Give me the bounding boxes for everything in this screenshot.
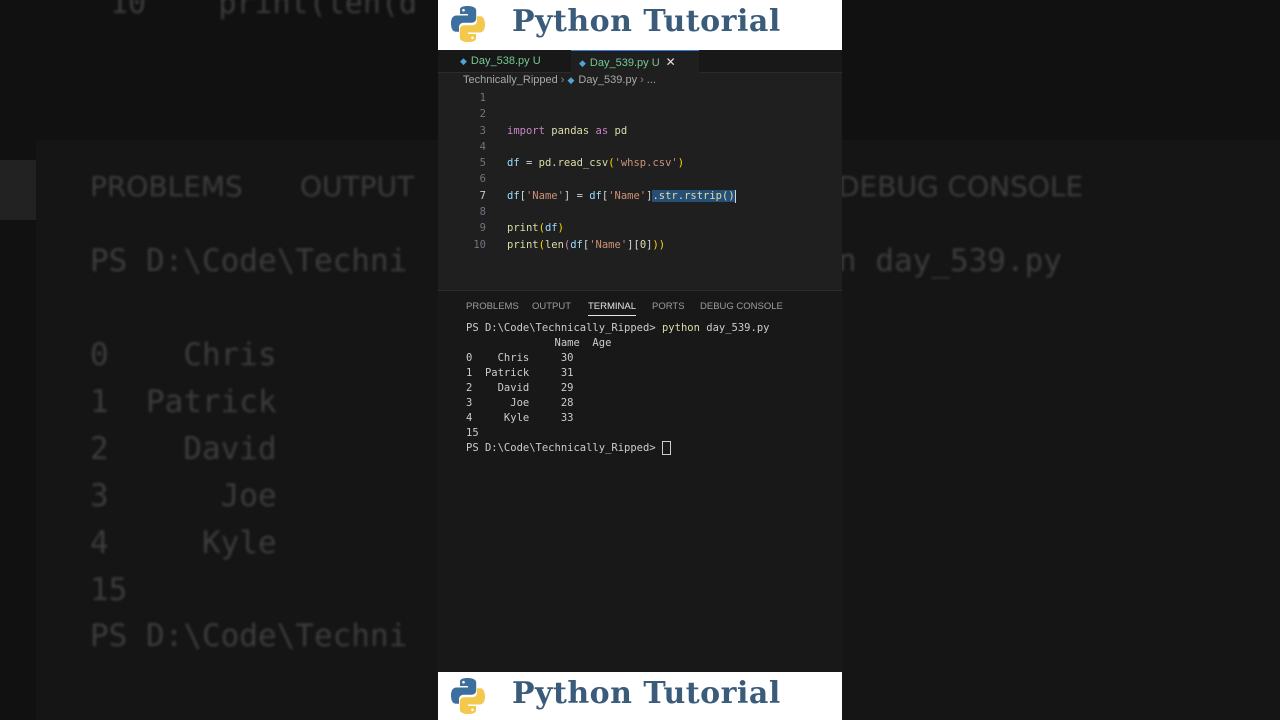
background-code-line: 10 print(len(d	[110, 0, 418, 21]
line-number: 5	[479, 157, 486, 169]
tab-problems[interactable]: PROBLEMS	[466, 301, 519, 312]
code-text: df = pd.read_csv('whsp.csv')	[507, 157, 685, 169]
terminal-output-line: 3 Joe 28	[466, 397, 574, 409]
terminal-output-line: Name Age	[466, 337, 612, 349]
breadcrumb-file[interactable]: Day_539.py	[578, 74, 637, 86]
terminal-cursor	[661, 441, 671, 455]
background-tab-problems: PROBLEMS	[90, 170, 243, 203]
line-number: 6	[479, 173, 486, 185]
banner-title: Python Tutorial	[512, 676, 781, 711]
tab-output[interactable]: OUTPUT	[532, 301, 571, 312]
chevron-right-icon: ›	[560, 74, 565, 86]
python-file-icon: ◆	[460, 56, 467, 66]
terminal-prompt-line: PS D:\Code\Technically_Ripped>	[466, 441, 671, 456]
tab-debug-console[interactable]: DEBUG CONSOLE	[700, 301, 783, 312]
python-logo-icon	[451, 6, 485, 42]
line-number: 8	[479, 206, 486, 218]
tab-day-539[interactable]: ◆ Day_539.py U ✕	[571, 50, 699, 73]
terminal-output-line: 4 Kyle 33	[466, 412, 574, 424]
bottom-banner: Python Tutorial	[438, 672, 842, 720]
line-number: 9	[479, 222, 486, 234]
close-icon[interactable]: ✕	[666, 55, 676, 69]
tab-label: Day_538.py	[470, 55, 530, 67]
terminal-output-line: 0 Chris 30	[466, 352, 574, 364]
tab-ports[interactable]: PORTS	[652, 301, 685, 312]
background-row: 3 Joe	[90, 478, 277, 514]
line-number: 1	[479, 92, 486, 104]
background-prompt: PS D:\Code\Techni	[90, 243, 408, 279]
tab-terminal[interactable]: TERMINAL	[588, 301, 637, 316]
line-number: 4	[479, 141, 486, 153]
line-number: 2	[479, 108, 486, 120]
terminal-output-line: 15	[466, 427, 479, 439]
python-file-icon: ◆	[567, 75, 575, 85]
breadcrumb-more[interactable]: ...	[647, 74, 656, 86]
code-text: print(df)	[507, 222, 564, 234]
terminal-output-line: 2 David 29	[466, 382, 574, 394]
tab-label: Day_539.py	[589, 57, 649, 69]
terminal-output-line: 1 Patrick 31	[466, 367, 574, 379]
background-prompt-2: PS D:\Code\Techni	[90, 618, 408, 654]
python-logo-icon	[451, 678, 485, 714]
python-file-icon: ◆	[579, 58, 586, 68]
background-tab-output: OUTPUT	[300, 170, 415, 203]
background-row: 2 David	[90, 431, 277, 467]
video-panel: Python Tutorial ◆ Day_538.py U ◆ Day_539.p…	[438, 0, 842, 720]
tab-status: U	[532, 55, 541, 67]
code-text: df['Name'] = df['Name'].str.rstrip()	[507, 189, 736, 203]
text-cursor	[734, 189, 736, 203]
tab-day-538[interactable]: ◆ Day_538.py U	[460, 50, 570, 72]
background-row: 1 Patrick	[90, 384, 277, 420]
background-command: n day_539.py	[838, 243, 1062, 279]
chevron-right-icon: ›	[640, 74, 644, 86]
editor-tab-bar: ◆ Day_538.py U ◆ Day_539.py U ✕	[438, 50, 842, 73]
top-banner: Python Tutorial	[438, 0, 842, 50]
background-tab-debug-console: DEBUG CONSOLE	[838, 170, 1084, 203]
background-row: 0 Chris	[90, 337, 277, 373]
background-row: 15	[90, 572, 128, 608]
terminal-command-line: PS D:\Code\Technically_Ripped> python da…	[466, 322, 770, 334]
banner-title: Python Tutorial	[512, 4, 781, 39]
line-number: 3	[479, 125, 486, 137]
breadcrumb-folder[interactable]: Technically_Ripped	[463, 74, 558, 86]
code-editor: ◆ Day_538.py U ◆ Day_539.py U ✕ Technically…	[438, 50, 842, 290]
background-sidebar-block	[0, 160, 36, 220]
bottom-panel: PROBLEMS OUTPUT TERMINAL PORTS DEBUG CON…	[438, 290, 842, 673]
background-row: 4 Kyle	[90, 525, 277, 561]
selected-text: .str.rstrip()	[652, 190, 735, 202]
line-number: 10	[473, 239, 486, 251]
line-number: 7	[479, 190, 486, 202]
breadcrumb: Technically_Ripped › ◆ Day_539.py ›...	[463, 74, 656, 90]
code-text: import pandas as pd	[507, 125, 628, 137]
tab-status: U	[651, 57, 660, 69]
code-text: print(len(df['Name'][0]))	[507, 239, 666, 251]
